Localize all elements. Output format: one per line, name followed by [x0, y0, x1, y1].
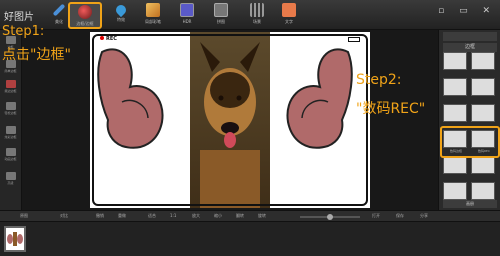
bottom-toolbar: 原图 对比 撤销 重做 适合 1:1 放大 缩小 翻转 旋转 打开 保存 分享 [0, 210, 500, 222]
album-button[interactable]: 画册 [443, 200, 497, 208]
right-panel: 边框 数码边框 数码REC 画册 [438, 30, 500, 210]
zoom-slider[interactable] [300, 214, 360, 220]
tool-label: 边框/边框 [76, 21, 94, 26]
tool-local-brush[interactable]: 局部彩笔 [136, 2, 170, 29]
rec-frame-overlay [92, 34, 368, 206]
bottom-item-rotate[interactable]: 旋转 [258, 213, 266, 219]
frame-thumb[interactable] [471, 182, 495, 200]
frame-thumb[interactable] [471, 78, 495, 96]
left-item-easy[interactable]: 轻松边框 [3, 102, 18, 116]
hdr-icon [180, 3, 194, 17]
step1-heading: Step1: [2, 24, 45, 39]
top-toolbar: 好图片 美化 边框/边框 特效 局部彩笔 HDR 拼图 场景 文字 ▫ ▭ ✕ [0, 0, 500, 30]
bottom-item-save[interactable]: 保存 [396, 213, 404, 219]
tool-label: 特效 [117, 17, 125, 22]
left-item-label: 简单边框 [4, 69, 17, 73]
tool-hdr[interactable]: HDR [170, 2, 204, 29]
question-icon [5, 172, 16, 180]
bottom-item-undo[interactable]: 撤销 [96, 213, 104, 219]
frame-thumb[interactable] [443, 52, 467, 70]
colorful-frame-icon [5, 126, 16, 134]
film-icon [250, 3, 264, 17]
bottom-item-actual[interactable]: 1:1 [170, 213, 176, 218]
frame-thumb[interactable] [443, 78, 467, 96]
bottom-item-flip[interactable]: 翻转 [236, 213, 244, 219]
selection-highlight [440, 126, 500, 158]
animated-frame-icon [5, 148, 16, 156]
frame-thumb[interactable] [443, 182, 467, 200]
battery-icon [348, 37, 360, 42]
frame-thumb[interactable] [471, 104, 495, 122]
left-item-advanced[interactable]: 高级 [3, 172, 18, 186]
filmstrip-thumb[interactable] [4, 226, 26, 252]
tool-label: 局部彩笔 [145, 19, 161, 24]
tool-label: 文字 [285, 19, 293, 24]
left-item-animated[interactable]: 动画边框 [3, 148, 18, 162]
bottom-item-share[interactable]: 分享 [420, 213, 428, 219]
bottom-item-compare[interactable]: 对比 [60, 213, 68, 219]
step1-instruction: 点击"边框" [2, 47, 71, 63]
rec-indicator: REC [100, 36, 117, 42]
frame-thumb[interactable] [471, 156, 495, 174]
bottom-item-original[interactable]: 原图 [20, 213, 28, 219]
bottom-item-open[interactable]: 打开 [372, 213, 380, 219]
tool-label: 场景 [253, 19, 261, 24]
torn-frame-icon [5, 80, 16, 88]
drop-icon [113, 2, 129, 18]
left-item-label: 高级 [7, 181, 14, 185]
tool-scene[interactable]: 场景 [240, 2, 274, 29]
left-item-label: 动画边框 [4, 157, 17, 161]
frame-brush-icon [78, 5, 92, 19]
tool-text[interactable]: 文字 [272, 2, 306, 29]
brush-icon [146, 3, 160, 17]
frame-thumb[interactable] [471, 52, 495, 70]
bottom-item-zoom-out[interactable]: 缩小 [214, 213, 222, 219]
pen-icon [52, 3, 66, 17]
step2-heading: Step2: [356, 72, 402, 88]
workspace: REC [22, 30, 438, 210]
collage-icon [214, 3, 228, 17]
filmstrip [0, 222, 500, 256]
left-item-label: 炫彩边框 [4, 135, 17, 139]
step2-instruction: "数码REC" [356, 101, 426, 117]
window-controls[interactable]: ▫ ▭ ✕ [438, 6, 496, 16]
zoom-slider-knob[interactable] [327, 214, 333, 220]
tool-effects[interactable]: 特效 [104, 2, 138, 29]
bottom-item-zoom-in[interactable]: 放大 [192, 213, 200, 219]
tool-frame[interactable]: 边框/边框 [68, 2, 102, 29]
thumb-preview [7, 232, 23, 246]
tool-label: 拼图 [217, 19, 225, 24]
text-icon [282, 3, 296, 17]
app-logo: 好图片 [4, 12, 34, 23]
frame-thumb[interactable] [443, 104, 467, 122]
left-item-colorful[interactable]: 炫彩边框 [3, 126, 18, 140]
left-item-label: 撕边边框 [4, 89, 17, 93]
left-item-label: 轻松边框 [4, 111, 17, 115]
tool-collage[interactable]: 拼图 [204, 2, 238, 29]
tool-label: HDR [182, 19, 192, 24]
photo-canvas[interactable]: REC [90, 32, 370, 208]
frame-thumb[interactable] [443, 156, 467, 174]
left-item-torn[interactable]: 撕边边框 [3, 80, 18, 94]
frame-section-header[interactable]: 边框 [443, 43, 497, 52]
bottom-item-fit[interactable]: 适合 [148, 213, 156, 219]
bottom-item-redo[interactable]: 重做 [118, 213, 126, 219]
easy-frame-icon [5, 102, 16, 110]
panel-header [443, 32, 497, 41]
